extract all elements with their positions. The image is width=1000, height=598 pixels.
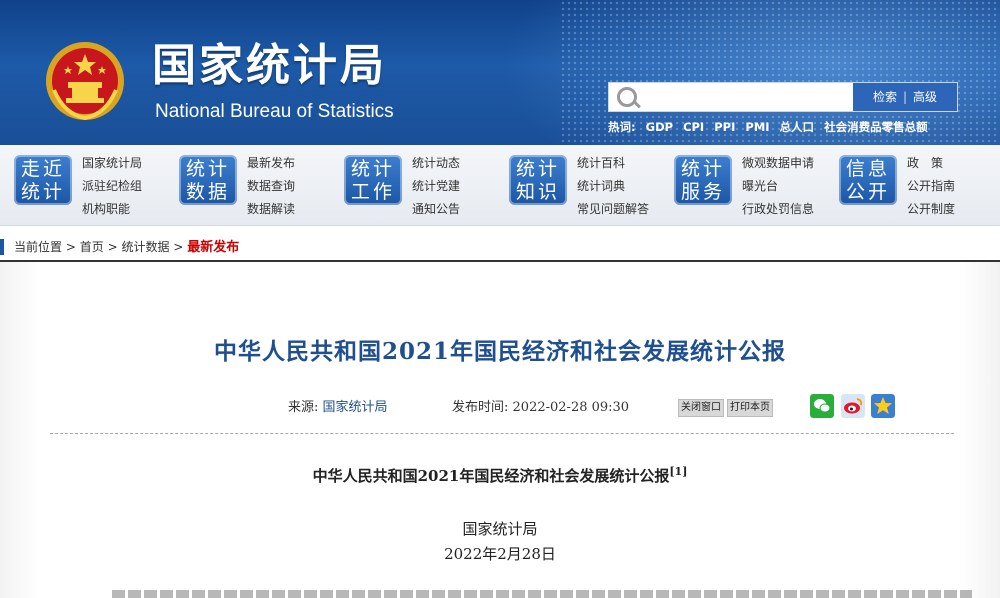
hotword-link[interactable]: 总人口 [780,120,815,134]
nav-link[interactable]: 统计百科 [577,152,649,175]
site-title-english[interactable]: National Bureau of Statistics [155,100,394,124]
nav-badge-disclosure[interactable]: 信息 公开 [839,155,897,205]
hotword-link[interactable]: PMI [745,120,769,134]
nav-link[interactable]: 数据查询 [247,175,295,198]
document-organization: 国家统计局 [462,520,538,538]
nav-group-disclosure: 信息 公开 政 策 公开指南 公开制度 [825,152,985,218]
search-icon [617,87,637,107]
nav-badge-about[interactable]: 走近 统计 [14,155,72,205]
hotword-link[interactable]: 社会消费品零售总额 [824,120,928,134]
nav-link[interactable]: 统计词典 [577,175,649,198]
nav-badge-data[interactable]: 统计 数据 [179,155,237,205]
breadcrumb-stats-data[interactable]: 统计数据 [121,240,169,254]
search-input[interactable] [643,85,853,109]
article-source: 来源: 国家统计局 [288,396,388,415]
nav-group-work: 统计 工作 统计动态 统计党建 通知公告 [330,152,490,218]
page-title: 中华人民共和国2021年国民经济和社会发展统计公报 [213,338,786,365]
nav-link[interactable]: 机构职能 [82,198,142,221]
source-label: 来源: [288,400,319,415]
hotword-link[interactable]: GDP [646,120,673,134]
nav-link[interactable]: 公开制度 [907,198,955,221]
breadcrumb-label: 当前位置 [14,240,63,254]
search-button-group: 检索 | 高级 [853,83,957,111]
nav-link[interactable]: 国家统计局 [82,152,142,175]
publish-time-value: 2022-02-28 09:30 [512,400,630,415]
hotword-link[interactable]: PPI [714,120,735,134]
nav-link[interactable]: 统计动态 [412,152,460,175]
breadcrumb-current[interactable]: 最新发布 [187,240,239,255]
footnote-link[interactable]: [1] [669,465,687,478]
weibo-icon[interactable] [841,394,865,418]
site-title-chinese[interactable]: 国家统计局 [152,40,387,92]
article-divider [50,433,954,434]
print-page-button[interactable]: 打印本页 [727,399,773,417]
nav-link[interactable]: 统计党建 [412,175,460,198]
source-value: 国家统计局 [322,400,388,415]
nav-link[interactable]: 公开指南 [907,175,955,198]
nav-link[interactable]: 曝光台 [742,175,814,198]
nav-group-data: 统计 数据 最新发布 数据查询 数据解读 [165,152,325,218]
document-date: 2022年2月28日 [444,545,556,563]
main-nav: 走近 统计 国家统计局 派驻纪检组 机构职能 统计 数据 最新发布 数据查询 数据解… [0,145,1000,226]
close-window-button[interactable]: 关闭窗口 [678,399,724,417]
nav-badge-work[interactable]: 统计 工作 [344,155,402,205]
breadcrumb-home[interactable]: 首页 [80,240,104,254]
nav-link[interactable]: 数据解读 [247,198,295,221]
advanced-search-button[interactable]: 高级 [913,90,937,104]
nav-link[interactable]: 常见问题解答 [577,198,649,221]
hotwords-bar: 热词: GDP CPI PPI PMI 总人口 社会消费品零售总额 [608,119,934,135]
article-publish-time: 发布时间: 2022-02-28 09:30 [452,396,629,415]
nav-link[interactable]: 派驻纪检组 [82,175,142,198]
nav-link[interactable]: 行政处罚信息 [742,198,814,221]
nav-link[interactable]: 政 策 [907,152,955,175]
breadcrumb: 当前位置 > 首页 > 统计数据 > 最新发布 [0,234,1000,262]
hotword-link[interactable]: CPI [683,120,704,134]
search-box: 检索 | 高级 [608,82,958,112]
nav-group-service: 统计 服务 微观数据申请 曝光台 行政处罚信息 [660,152,820,218]
hotwords-label: 热词: [608,120,636,134]
nav-badge-service[interactable]: 统计 服务 [674,155,732,205]
nav-group-knowledge: 统计 知识 统计百科 统计词典 常见问题解答 [495,152,655,218]
search-button[interactable]: 检索 [873,90,897,104]
breadcrumb-marker [0,239,4,255]
favorite-icon[interactable] [871,394,895,418]
nav-link[interactable]: 最新发布 [247,152,295,175]
nav-link[interactable]: 微观数据申请 [742,152,814,175]
publish-time-label: 发布时间: [452,400,509,415]
wechat-icon[interactable] [810,394,834,418]
nav-group-about: 走近 统计 国家统计局 派驻纪检组 机构职能 [0,152,160,218]
nav-link[interactable]: 通知公告 [412,198,460,221]
site-header: 国家统计局 National Bureau of Statistics 检索 | 高… [0,0,1000,145]
document-title: 中华人民共和国2021年国民经济和社会发展统计公报[1] [312,465,688,485]
national-emblem-icon[interactable] [44,40,126,122]
nav-badge-knowledge[interactable]: 统计 知识 [509,155,567,205]
document-body-text [112,590,972,598]
